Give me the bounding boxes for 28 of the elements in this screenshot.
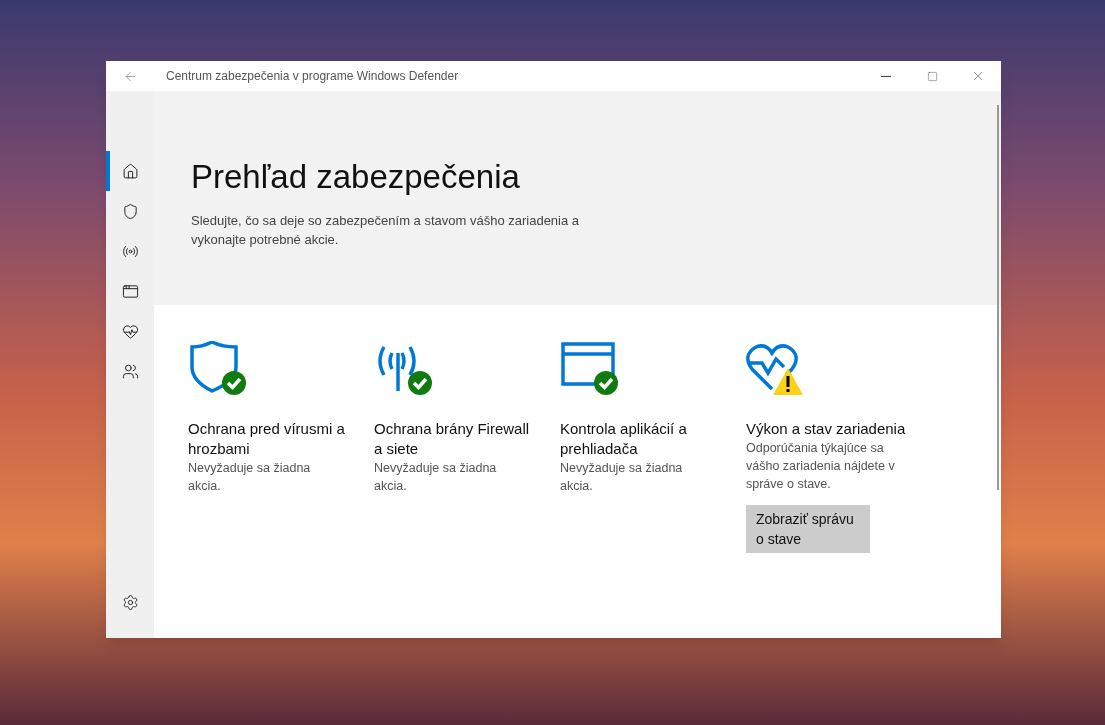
report-button[interactable]: Zobraziť správu o stave [746, 505, 870, 553]
close-icon [971, 69, 985, 83]
page-subtitle: Sledujte, čo sa deje so zabezpečením a stavom vášho zariadenia a vykonajte potrebné akcie. [191, 212, 581, 249]
check-badge-icon [222, 371, 246, 395]
card-description: Nevyžaduje sa žiadna akcia. [560, 460, 684, 495]
card-description: Nevyžaduje sa žiadna akcia. [374, 460, 498, 495]
browser-window-status-icon[interactable] [560, 341, 618, 397]
people-icon [121, 362, 139, 380]
card-description: Odporúčania týkajúce sa vášho zariadenia nájdete v správe o stave. [746, 440, 896, 493]
card-title[interactable]: Kontrola aplikácií a prehliadača [560, 419, 720, 459]
shield-status-icon[interactable] [188, 341, 246, 397]
window-icon [121, 282, 139, 300]
heart-pulse-icon [121, 322, 139, 340]
card-title[interactable]: Ochrana brány Firewall a siete [374, 419, 534, 459]
card-description: Nevyžaduje sa žiadna akcia. [188, 460, 312, 495]
maximize-icon [926, 70, 938, 82]
warning-badge-icon [773, 368, 803, 395]
shield-icon [121, 202, 139, 220]
window-title: Centrum zabezpečenia v programe Windows Defender [166, 68, 460, 85]
check-badge-icon [594, 371, 618, 395]
heart-status-icon[interactable] [746, 341, 804, 397]
check-badge-icon [408, 371, 432, 395]
minimize-icon [881, 75, 891, 77]
card-title[interactable]: Výkon a stav zariadenia [746, 419, 906, 439]
page-heading: Prehľad zabezpečenia [191, 157, 521, 197]
card-title[interactable]: Ochrana pred vírusmi a hrozbami [188, 419, 348, 459]
settings-icon [121, 593, 139, 611]
home-icon [121, 162, 139, 180]
